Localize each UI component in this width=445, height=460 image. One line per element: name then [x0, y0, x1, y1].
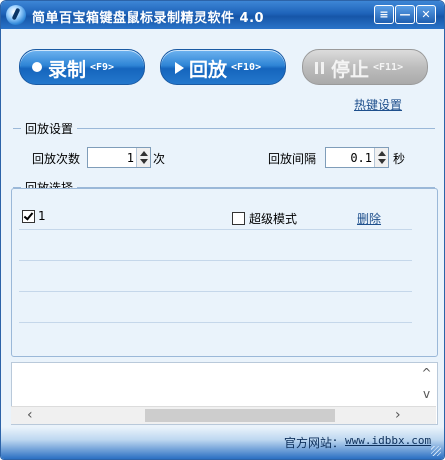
item-1-label: 1 [38, 209, 46, 223]
playback-count-label: 回放次数 [32, 152, 81, 166]
record-hotkey: <F9> [90, 62, 115, 73]
spin-up-icon[interactable] [140, 151, 148, 156]
list-row-divider [19, 229, 412, 230]
hotkey-settings-link[interactable]: 热键设置 [354, 96, 402, 113]
playback-interval-label: 回放间隔 [268, 152, 317, 166]
scroll-right-icon[interactable]: › [395, 408, 401, 422]
pause-icon [315, 62, 325, 74]
playback-interval-stepper[interactable] [325, 147, 389, 168]
playback-interval-input[interactable] [326, 148, 374, 167]
official-site-link[interactable]: www.idbbx.com [345, 434, 431, 447]
stop-hotkey: <F11> [373, 62, 404, 73]
scroll-up-icon[interactable]: ^ [419, 366, 434, 380]
resize-grip-icon[interactable] [431, 446, 441, 456]
record-label: 录制 [48, 59, 87, 81]
delete-link[interactable]: 删除 [357, 210, 381, 227]
spin-down-icon[interactable] [140, 159, 148, 164]
playback-hotkey: <F10> [231, 62, 262, 73]
scroll-down-icon[interactable]: v [419, 387, 434, 401]
playback-button[interactable]: 回放 <F10> [160, 49, 286, 85]
playback-interval-spin-buttons[interactable] [374, 148, 388, 167]
record-dot-icon [32, 62, 42, 72]
minimize-icon[interactable]: — [395, 5, 415, 24]
title-bar[interactable]: 简单百宝箱键盘鼠标录制精灵软件 4.0 ≡ — ✕ [1, 1, 444, 29]
spin-down-icon[interactable] [378, 159, 386, 164]
playback-count-stepper[interactable] [87, 147, 151, 168]
list-row-divider [19, 322, 412, 323]
playback-count-input[interactable] [88, 148, 136, 167]
playback-settings-title: 回放设置 [21, 120, 78, 137]
list-row-divider [19, 291, 412, 292]
scroll-left-icon[interactable]: ‹ [27, 408, 33, 422]
main-window: 简单百宝箱键盘鼠标录制精灵软件 4.0 ≡ — ✕ 录制 <F9> 回放 <F1… [0, 0, 445, 460]
super-mode-checkbox[interactable] [232, 212, 245, 225]
play-icon [175, 62, 184, 74]
horizontal-scrollbar[interactable]: ‹ › [11, 406, 436, 424]
window-title: 简单百宝箱键盘鼠标录制精灵软件 4.0 [32, 11, 265, 26]
close-icon[interactable]: ✕ [416, 5, 436, 24]
playback-count-spin-buttons[interactable] [136, 148, 150, 167]
official-site-label: 官方网站： [284, 436, 345, 450]
scrollbar-thumb[interactable] [145, 409, 335, 422]
stop-button[interactable]: 停止 <F11> [302, 49, 428, 85]
spin-up-icon[interactable] [378, 151, 386, 156]
playback-label: 回放 [189, 59, 228, 81]
playback-interval-unit: 秒 [393, 152, 406, 166]
menu-icon[interactable]: ≡ [374, 5, 394, 24]
stop-label: 停止 [331, 59, 370, 81]
item-1-checkbox[interactable] [22, 210, 35, 223]
playback-count-unit: 次 [153, 152, 166, 166]
record-button[interactable]: 录制 <F9> [19, 49, 145, 85]
footer-bar: 官方网站： www.idbbx.com [1, 427, 444, 459]
list-row-divider [19, 260, 412, 261]
super-mode-label: 超级模式 [249, 212, 298, 226]
app-icon [6, 5, 26, 25]
